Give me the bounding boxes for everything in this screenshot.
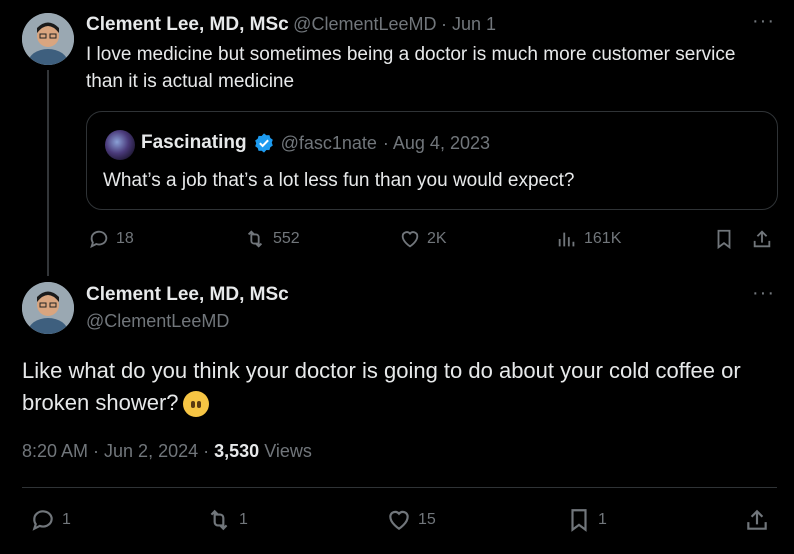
main-tweet-body: Like what do you think your doctor is go… <box>22 358 741 415</box>
parent-author-handle[interactable]: @ClementLeeMD <box>293 14 436 34</box>
verified-badge-icon <box>254 133 273 153</box>
parent-bookmark-button[interactable] <box>713 228 735 250</box>
parent-repost-count: 552 <box>273 230 300 247</box>
main-author-handle[interactable]: @ClementLeeMD <box>86 311 229 332</box>
quoted-tweet-card[interactable]: Fascinating @fasc1nate · Aug 4, 2023 Wha… <box>86 111 778 210</box>
parent-repost-button[interactable]: 552 <box>243 228 300 250</box>
bookmark-icon <box>717 229 731 250</box>
main-tweet-timestamp[interactable]: 8:20 AM · Jun 2, 2024 · <box>22 441 209 461</box>
main-share-button[interactable] <box>744 507 770 533</box>
parent-views-count: 161K <box>584 230 622 247</box>
share-icon <box>753 230 771 248</box>
parent-like-button[interactable]: 2K <box>399 228 447 250</box>
main-views-label: Views <box>264 441 312 461</box>
parent-author-name[interactable]: Clement Lee, MD, MSc <box>86 14 289 35</box>
parent-like-count: 2K <box>427 230 447 247</box>
quoted-tweet-date: · Aug 4, 2023 <box>382 132 490 153</box>
quoted-author-name: Fascinating <box>141 132 247 153</box>
quoted-author-handle: @fasc1nate <box>280 132 377 153</box>
share-icon <box>747 509 767 530</box>
main-bookmark-button[interactable]: 1 <box>566 507 607 533</box>
main-repost-button[interactable]: 1 <box>205 507 248 533</box>
parent-reply-button[interactable]: 18 <box>88 228 134 250</box>
main-like-button[interactable]: 15 <box>386 507 436 533</box>
parent-share-button[interactable] <box>751 228 773 250</box>
main-reply-count: 1 <box>62 511 71 528</box>
main-tweet-text: Like what do you think your doctor is go… <box>22 355 772 419</box>
main-repost-count: 1 <box>239 511 248 528</box>
parent-tweet-text: I love medicine but sometimes being a do… <box>86 44 736 92</box>
main-tweet-meta: 8:20 AM · Jun 2, 2024 · 3,530 Views <box>22 441 312 462</box>
repost-icon <box>210 509 228 531</box>
analytics-icon <box>558 232 575 247</box>
no-mouth-emoji-icon <box>182 391 209 418</box>
actions-divider <box>22 487 777 488</box>
parent-more-button[interactable]: ··· <box>752 10 775 33</box>
reply-icon <box>90 230 108 249</box>
heart-icon <box>401 231 419 248</box>
parent-tweet-date[interactable]: · Jun 1 <box>441 14 496 34</box>
parent-author-avatar[interactable] <box>22 13 74 65</box>
bookmark-icon <box>571 509 587 532</box>
main-views-count: 3,530 <box>214 441 260 461</box>
main-like-count: 15 <box>418 511 436 528</box>
main-bookmark-count: 1 <box>598 511 607 528</box>
thread-connector <box>47 70 49 276</box>
parent-reply-count: 18 <box>116 230 134 247</box>
main-author-avatar[interactable] <box>22 282 74 334</box>
heart-icon <box>389 510 409 530</box>
main-more-button[interactable]: ··· <box>752 282 775 305</box>
parent-views-button[interactable]: 161K <box>556 228 621 250</box>
repost-icon <box>247 230 263 248</box>
quoted-author-avatar <box>105 130 135 160</box>
quoted-tweet-text: What’s a job that’s a lot less fun than … <box>103 170 575 191</box>
reply-icon <box>32 510 53 531</box>
main-reply-button[interactable]: 1 <box>30 507 71 533</box>
main-author-name[interactable]: Clement Lee, MD, MSc <box>86 284 289 306</box>
parent-tweet-header: Clement Lee, MD, MSc @ClementLeeMD · Jun… <box>86 14 496 36</box>
